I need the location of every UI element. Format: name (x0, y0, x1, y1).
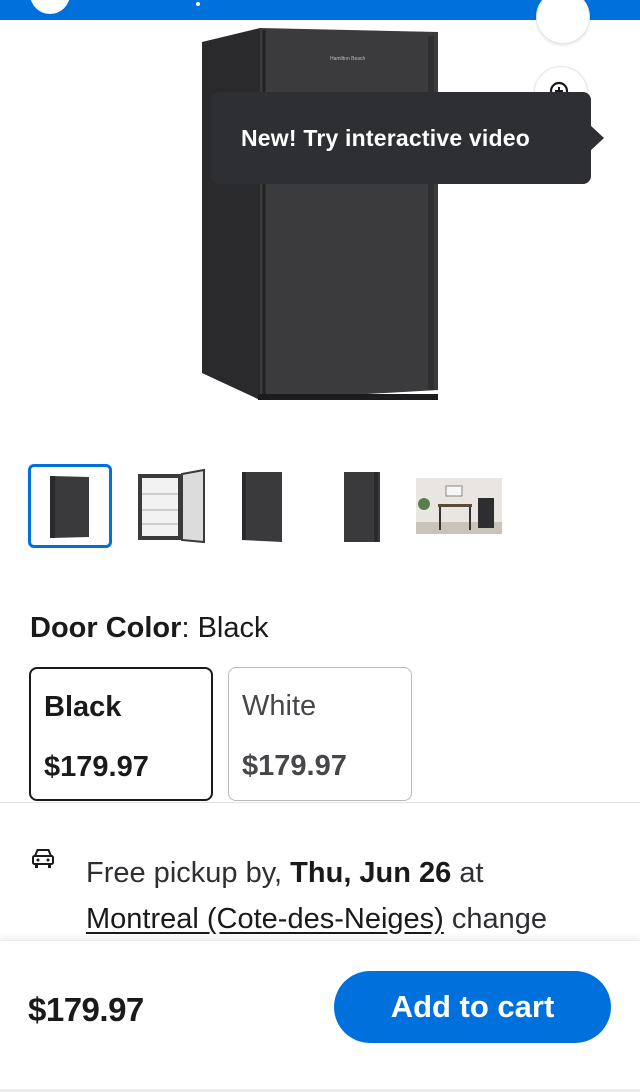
add-to-cart-button[interactable]: Add to cart (334, 971, 611, 1043)
door-color-label: Door Color: Black (30, 612, 269, 644)
variant-label: Door Color (30, 612, 182, 644)
pickup-at: at (459, 857, 484, 889)
variant-price: $179.97 (242, 750, 347, 782)
thumbnail-angle-view[interactable] (234, 464, 318, 548)
thumbnail-front-view[interactable] (28, 464, 112, 548)
variant-name: White (242, 690, 317, 722)
variant-option-white[interactable]: White $179.97 (228, 667, 412, 801)
section-divider (0, 802, 640, 803)
pickup-date: Thu, Jun 26 (290, 857, 452, 889)
tooltip-text: New! Try interactive video (241, 125, 530, 151)
interactive-video-tooltip[interactable]: New! Try interactive video (211, 92, 604, 184)
change-store-link[interactable]: change (452, 903, 547, 935)
variant-name: Black (44, 691, 122, 723)
thumbnail-open-door[interactable] (132, 464, 216, 548)
variant-selected-value: Black (197, 612, 269, 644)
product-image-area[interactable]: Hamilton Beach New! Try interactive vide… (0, 0, 640, 440)
pickup-info: Free pickup by, Thu, Jun 26 at Montreal … (86, 850, 626, 942)
thumbnail-strip (28, 464, 618, 550)
car-icon (32, 849, 54, 868)
header-dot-icon (196, 2, 200, 6)
cart-bar-price: $179.97 (28, 991, 144, 1028)
thumbnail-side-view[interactable] (334, 464, 418, 548)
variant-option-black[interactable]: Black $179.97 (29, 667, 213, 801)
variant-price: $179.97 (44, 751, 149, 783)
favorite-button[interactable] (536, 0, 590, 44)
product-image-fridge: Hamilton Beach (202, 28, 438, 400)
pickup-store-link[interactable]: Montreal (Cote-des-Neiges) (86, 903, 444, 935)
pickup-prefix: Free pickup by, (86, 857, 283, 889)
thumbnail-lifestyle[interactable] (416, 464, 502, 548)
sticky-cart-bar: $179.97 Add to cart (0, 940, 640, 1092)
appliance-brand-logo: Hamilton Beach (330, 56, 366, 62)
spark-logo-icon[interactable] (30, 0, 70, 14)
